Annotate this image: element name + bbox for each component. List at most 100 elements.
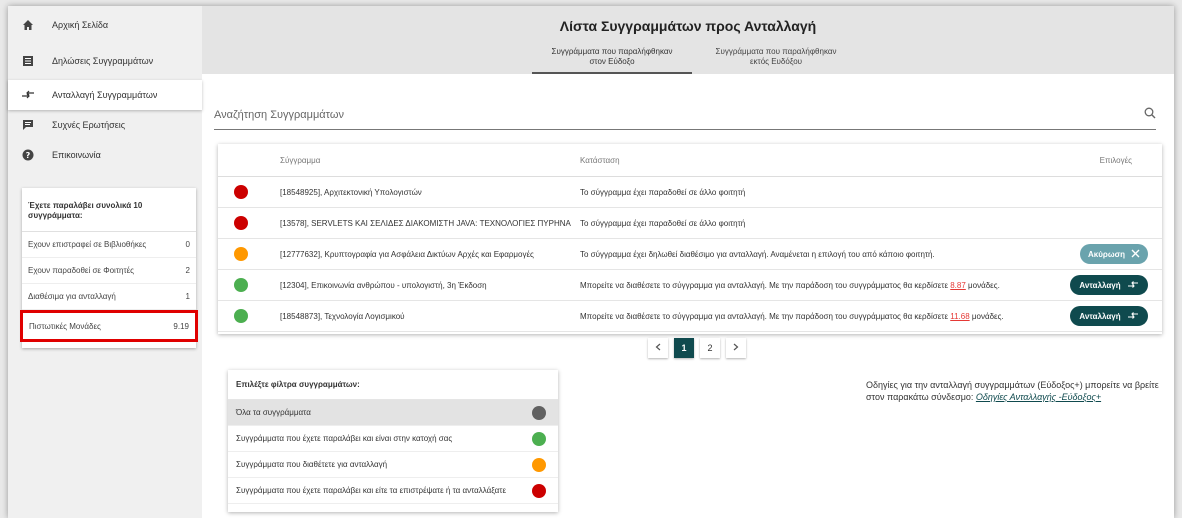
next-page-button[interactable]: [726, 338, 746, 358]
stat-value: 0: [185, 240, 190, 249]
header-status: Κατάσταση: [580, 155, 620, 165]
sidebar-item-label: Επικοινωνία: [52, 150, 101, 160]
header-book: Σύγγραμμα: [280, 155, 321, 165]
stat-label: Εχουν παραδοθεί σε Φοιτητές: [28, 266, 135, 275]
status-dot-green: [234, 278, 248, 292]
tab-received-eudoxus[interactable]: Συγγράμματα που παραλήφθηκαν στον Εύδοξο: [532, 44, 692, 74]
exchange-button[interactable]: Ανταλλαγή: [1070, 306, 1148, 326]
sidebar-item-faq[interactable]: Συχνές Ερωτήσεις: [8, 110, 202, 140]
sidebar-item-declarations[interactable]: Δηλώσεις Συγγραμμάτων: [8, 46, 202, 76]
topbar: Λίστα Συγγραμμάτων προς Ανταλλαγή Συγγρά…: [202, 6, 1174, 74]
filter-available[interactable]: Συγγράμματα που διαθέτετε για ανταλλαγή: [228, 452, 558, 478]
book-title: [12777632], Κρυπτογραφία για Ασφάλεια Δι…: [280, 249, 534, 259]
tab-label: εκτός Ευδόξου: [749, 57, 803, 66]
status-text: μονάδες.: [969, 311, 1004, 321]
stat-row-credits: Πιστωτικές Μονάδες 9.19: [20, 310, 198, 342]
exchange-icon: [20, 87, 36, 103]
close-icon: [1131, 249, 1140, 260]
filter-label: Όλα τα συγγράμματα: [236, 408, 311, 417]
filter-dot-green: [532, 431, 546, 446]
filter-dot-red: [532, 483, 546, 498]
table-row: [12304], Επικοινωνία ανθρώπου - υπολογισ…: [218, 270, 1162, 301]
sidebar-item-home[interactable]: Αρχική Σελίδα: [8, 10, 202, 40]
filter-all[interactable]: Όλα τα συγγράμματα: [228, 400, 558, 426]
status-dot-green: [234, 309, 248, 323]
tab-label: Συγγράμματα που παραλήφθηκαν: [715, 47, 837, 56]
sidebar-item-contact[interactable]: ? Επικοινωνία: [8, 140, 202, 170]
chat-icon: [20, 117, 36, 133]
status-text: μονάδες.: [965, 280, 1000, 290]
tab-label: Συγγράμματα που παραλήφθηκαν: [551, 47, 673, 56]
list-icon: [20, 53, 36, 69]
sidebar-item-label: Ανταλλαγή Συγγραμμάτων: [52, 90, 158, 100]
exchange-button[interactable]: Ανταλλαγή: [1070, 275, 1148, 295]
table-row: [13578], SERVLETS ΚΑΙ ΣΕΛΙΔΕΣ ΔΙΑΚΟΜΙΣΤΗ…: [218, 208, 1162, 239]
status-dot-red: [234, 216, 248, 230]
home-icon: [20, 17, 36, 33]
page-button-2[interactable]: 2: [700, 338, 720, 358]
stat-value: 2: [185, 266, 190, 275]
tab-label: στον Εύδοξο: [589, 57, 635, 66]
filter-label: Συγγράμματα που διαθέτετε για ανταλλαγή: [236, 460, 388, 469]
credits-link[interactable]: 11.68: [950, 312, 969, 321]
instructions-text: Οδηγίες για την ανταλλαγή συγγραμμάτων (…: [866, 379, 1166, 403]
svg-text:?: ?: [26, 151, 31, 160]
app-window: Αρχική Σελίδα Δηλώσεις Συγγραμμάτων Αντα…: [8, 6, 1174, 518]
stats-header: Έχετε παραλάβει συνολικά 10 συγγράμματα:: [22, 188, 196, 232]
page-button-1[interactable]: 1: [674, 338, 694, 358]
filter-header: Επιλέξτε φίλτρα συγγραμμάτων:: [228, 370, 558, 400]
exchange-label: Ανταλλαγή: [1079, 280, 1121, 290]
instructions-link[interactable]: Οδηγίες Ανταλλαγής -Εύδοξος+: [976, 392, 1101, 402]
stat-value: 9.19: [173, 321, 189, 331]
sidebar-item-exchange[interactable]: Ανταλλαγή Συγγραμμάτων: [8, 80, 202, 110]
status-dot-red: [234, 185, 248, 199]
table-row: [18548925], Αρχιτεκτονική Υπολογιστών Το…: [218, 177, 1162, 208]
status-text: Μπορείτε να διαθέσετε το σύγγραμμα για α…: [580, 280, 951, 290]
book-status: Μπορείτε να διαθέσετε το σύγγραμμα για α…: [580, 281, 1000, 290]
cancel-button[interactable]: Ακύρωση: [1080, 244, 1148, 264]
stat-row-available: Διαθέσιμα για ανταλλαγή 1: [22, 284, 196, 310]
tab-received-outside[interactable]: Συγγράμματα που παραλήφθηκαν εκτός Ευδόξ…: [696, 44, 856, 74]
search-icon[interactable]: [1144, 107, 1156, 122]
book-title: [12304], Επικοινωνία ανθρώπου - υπολογισ…: [280, 280, 487, 290]
main-content: Λίστα Συγγραμμάτων προς Ανταλλαγή Συγγρά…: [202, 6, 1174, 518]
credits-link[interactable]: 8.87: [950, 281, 966, 290]
books-table: Σύγγραμμα Κατάσταση Επιλογές [18548925],…: [218, 144, 1162, 334]
table-row: [18548873], Τεχνολογία Λογισμικού Μπορεί…: [218, 301, 1162, 332]
stat-value: 1: [185, 292, 190, 301]
sidebar: Αρχική Σελίδα Δηλώσεις Συγγραμμάτων Αντα…: [8, 6, 202, 518]
filter-label: Συγγράμματα που έχετε παραλάβει και είνα…: [236, 434, 453, 443]
filter-label: Συγγράμματα που έχετε παραλάβει και είτε…: [236, 486, 507, 495]
cancel-label: Ακύρωση: [1088, 249, 1125, 259]
prev-page-button[interactable]: [648, 338, 668, 358]
stat-label: Εχουν επιστραφεί σε Βιβλιοθήκες: [28, 240, 147, 249]
search-bar: [214, 100, 1156, 130]
filter-owned[interactable]: Συγγράμματα που έχετε παραλάβει και είνα…: [228, 426, 558, 452]
book-status: Μπορείτε να διαθέσετε το σύγγραμμα για α…: [580, 312, 1004, 321]
sidebar-item-label: Αρχική Σελίδα: [52, 20, 109, 30]
chevron-left-icon: [655, 343, 661, 353]
book-status: Το σύγγραμμα έχει παραδοθεί σε άλλο φοιτ…: [580, 218, 746, 228]
stat-label: Πιστωτικές Μονάδες: [29, 321, 101, 331]
stat-label: Διαθέσιμα για ανταλλαγή: [28, 292, 116, 301]
sidebar-item-label: Δηλώσεις Συγγραμμάτων: [52, 56, 154, 66]
chevron-right-icon: [733, 343, 739, 353]
book-status: Το σύγγραμμα έχει δηλωθεί διαθέσιμο για …: [580, 249, 935, 259]
filter-returned[interactable]: Συγγράμματα που έχετε παραλάβει και είτε…: [228, 478, 558, 504]
search-input[interactable]: [214, 108, 1094, 121]
table-header: Σύγγραμμα Κατάσταση Επιλογές: [218, 144, 1162, 177]
header-actions: Επιλογές: [1099, 155, 1132, 165]
book-title: [18548873], Τεχνολογία Λογισμικού: [280, 311, 405, 321]
book-status: Το σύγγραμμα έχει παραδοθεί σε άλλο φοιτ…: [580, 187, 746, 197]
filter-dot-grey: [532, 405, 546, 420]
stat-row-delivered: Εχουν παραδοθεί σε Φοιτητές 2: [22, 258, 196, 284]
pagination: 1 2: [648, 338, 746, 358]
page-title: Λίστα Συγγραμμάτων προς Ανταλλαγή: [559, 18, 817, 34]
status-text: Μπορείτε να διαθέσετε το σύγγραμμα για α…: [580, 311, 951, 321]
stats-card: Έχετε παραλάβει συνολικά 10 συγγράμματα:…: [20, 188, 198, 348]
filter-card: Επιλέξτε φίλτρα συγγραμμάτων: Όλα τα συγ…: [228, 370, 558, 512]
book-title: [13578], SERVLETS ΚΑΙ ΣΕΛΙΔΕΣ ΔΙΑΚΟΜΙΣΤΗ…: [280, 218, 571, 228]
help-icon: ?: [20, 147, 36, 163]
status-dot-orange: [234, 247, 248, 261]
exchange-icon: [1127, 311, 1139, 322]
